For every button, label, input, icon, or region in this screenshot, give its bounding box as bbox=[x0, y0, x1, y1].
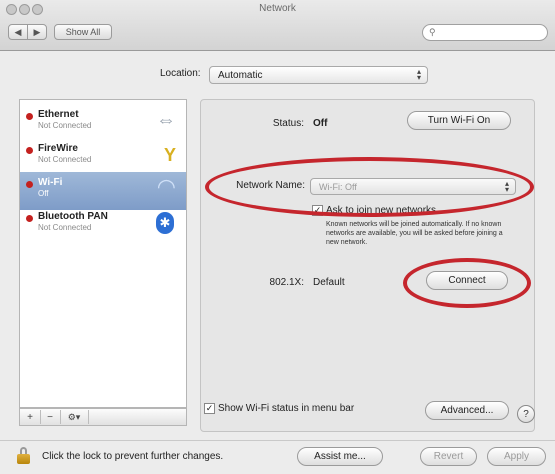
service-status: Not Connected bbox=[38, 155, 92, 164]
action-menu-button[interactable]: ⚙▾ bbox=[60, 410, 89, 424]
ethernet-arrows-icon: ⇔ bbox=[156, 109, 176, 131]
service-wifi[interactable]: Wi-Fi Off ◠ bbox=[20, 172, 186, 210]
status-dot bbox=[26, 215, 33, 222]
annotation-ellipse-connect bbox=[403, 258, 531, 308]
lock-text: Click the lock to prevent further change… bbox=[42, 451, 224, 462]
help-button[interactable]: ? bbox=[517, 405, 535, 423]
assist-me-button[interactable]: Assist me... bbox=[297, 447, 383, 466]
location-popup[interactable]: Automatic ▴ ▾ bbox=[209, 66, 428, 84]
bluetooth-icon: ✱ bbox=[156, 212, 174, 234]
service-name: FireWire bbox=[38, 143, 78, 154]
forward-arrow-icon: ▶ bbox=[33, 26, 41, 37]
search-input[interactable]: ⚲ bbox=[422, 24, 548, 41]
status-dot bbox=[26, 147, 33, 154]
forward-button[interactable]: ▶ bbox=[27, 24, 47, 40]
apply-button[interactable]: Apply bbox=[487, 447, 546, 466]
status-dot bbox=[26, 181, 33, 188]
dot1x-value: Default bbox=[313, 277, 345, 288]
wifi-icon: ◠ bbox=[156, 174, 176, 199]
service-ethernet[interactable]: Ethernet Not Connected ⇔ bbox=[20, 104, 186, 142]
service-status: Not Connected bbox=[38, 121, 92, 130]
service-list[interactable]: Ethernet Not Connected ⇔ FireWire Not Co… bbox=[19, 99, 187, 408]
firewire-icon: Y bbox=[163, 145, 176, 165]
dot1x-label: 802.1X: bbox=[269, 277, 304, 288]
popup-arrows-icon: ▴ ▾ bbox=[416, 67, 421, 82]
location-value: Automatic bbox=[218, 70, 263, 81]
back-arrow-icon: ◀ bbox=[14, 26, 22, 37]
service-status: Not Connected bbox=[38, 223, 92, 232]
footer-divider bbox=[0, 440, 555, 441]
service-name: Ethernet bbox=[38, 109, 79, 120]
remove-service-button[interactable]: − bbox=[40, 410, 61, 424]
revert-button[interactable]: Revert bbox=[420, 447, 477, 466]
add-service-button[interactable]: + bbox=[20, 410, 41, 424]
checkmark-icon: ✓ bbox=[204, 403, 215, 414]
show-wifi-status-label: Show Wi-Fi status in menu bar bbox=[218, 403, 355, 414]
status-value: Off bbox=[313, 118, 328, 129]
status-label: Status: bbox=[272, 118, 304, 129]
window-title: Network bbox=[259, 3, 296, 14]
window-toolbar: Network ◀ ▶ Show All ⚲ bbox=[0, 0, 555, 51]
back-button[interactable]: ◀ bbox=[8, 24, 28, 40]
service-bluetooth-pan[interactable]: Bluetooth PAN Not Connected ✱ bbox=[20, 206, 186, 244]
annotation-ellipse-network-name bbox=[205, 157, 534, 217]
service-status: Off bbox=[38, 189, 49, 198]
status-dot bbox=[26, 113, 33, 120]
service-name: Bluetooth PAN bbox=[38, 211, 108, 222]
service-name: Wi-Fi bbox=[38, 177, 63, 188]
magnifier-icon: ⚲ bbox=[429, 27, 436, 37]
turn-wifi-on-button[interactable]: Turn Wi-Fi On bbox=[407, 111, 511, 130]
service-firewire[interactable]: FireWire Not Connected Y bbox=[20, 138, 186, 176]
advanced-button[interactable]: Advanced... bbox=[425, 401, 509, 420]
show-all-button[interactable]: Show All bbox=[54, 24, 112, 40]
location-label: Location: bbox=[160, 68, 201, 79]
service-list-toolbar: + − ⚙▾ bbox=[19, 408, 187, 426]
show-wifi-status-checkbox[interactable]: ✓ Show Wi-Fi status in menu bar bbox=[204, 403, 354, 414]
lock-icon[interactable] bbox=[17, 447, 31, 464]
ask-help-text: Known networks will be joined automatica… bbox=[326, 221, 503, 246]
